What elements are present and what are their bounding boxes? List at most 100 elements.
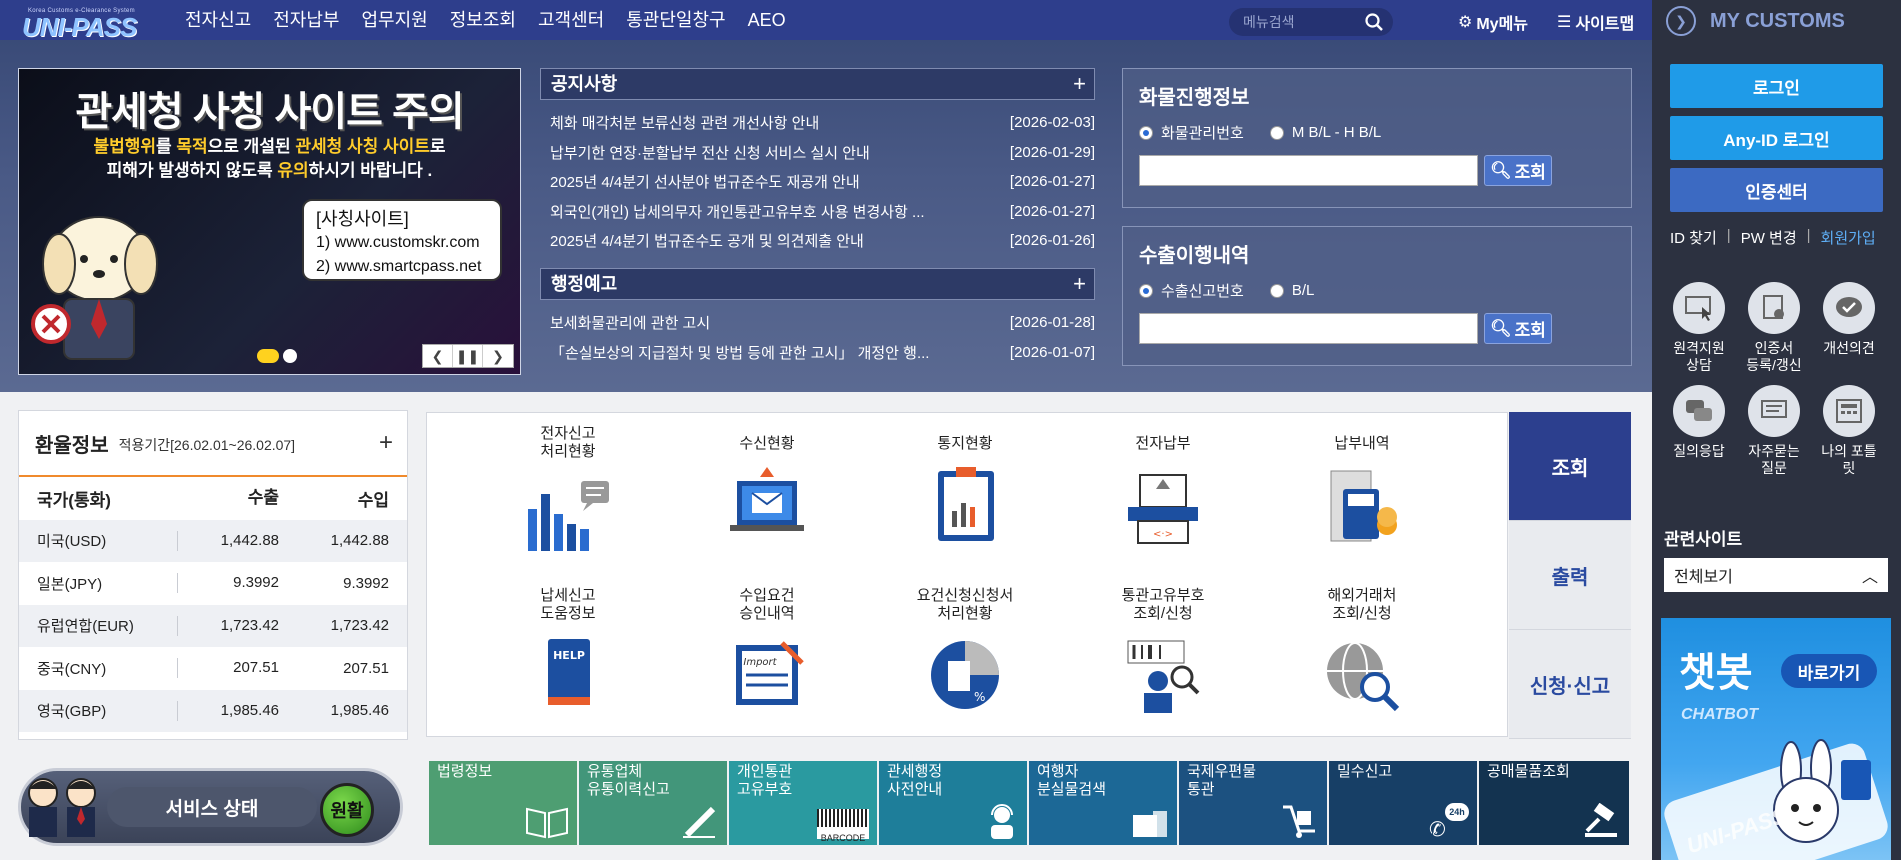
sitemap-label: 사이트맵 — [1575, 16, 1635, 33]
unipass-logo[interactable]: Korea Customs e-Clearance System UNI-PAS… — [18, 8, 148, 44]
quick-service-grid: 전자신고 처리현황 수신현황 통지현황 전자납부 <·> 납부내역 납세신고 도움정… — [426, 412, 1508, 737]
service-import-approval[interactable]: 수입요건 승인내역 Import — [692, 587, 842, 722]
radio-export-number[interactable]: 수출신고번호 — [1139, 280, 1244, 301]
export-search-button[interactable]: 🔍︎ 조회 — [1484, 313, 1552, 344]
anyid-login-button[interactable]: Any-ID 로그인 — [1670, 116, 1883, 160]
pw-change-link[interactable]: PW 변경 — [1741, 227, 1797, 248]
certificate-shortcut[interactable]: 인증서 등록/갱신 — [1739, 282, 1809, 374]
export-number-input[interactable] — [1139, 313, 1478, 344]
menu-search-input[interactable] — [1243, 14, 1363, 30]
table-row: 미국(USD) 1,442.88 1,442.88 — [19, 519, 407, 562]
service-notice-status[interactable]: 통지현황 — [890, 435, 1040, 552]
next-icon[interactable]: ❯ — [483, 345, 513, 367]
service-tax-help[interactable]: 납세신고 도움정보 HELP — [493, 587, 643, 722]
clipboard-chart-icon — [938, 467, 994, 541]
cert-center-button[interactable]: 인증센터 — [1670, 168, 1883, 212]
notices-more-icon[interactable]: + — [1073, 69, 1086, 99]
menu-info-inquiry[interactable]: 정보조회 — [439, 0, 527, 40]
service-e-declaration-status[interactable]: 전자신고 처리현황 — [493, 425, 643, 560]
service-overseas-trader[interactable]: 해외거래처 조회/신청 — [1287, 587, 1437, 722]
tab-apply[interactable]: 신청·신고 — [1509, 630, 1631, 739]
notices-header: 공지사항 + — [540, 68, 1095, 100]
service-payment-history[interactable]: 납부내역 — [1287, 435, 1437, 552]
prev-icon[interactable]: ❮ — [423, 345, 453, 367]
help-book-icon: HELP — [548, 639, 590, 705]
tile-customs-guide[interactable]: 관세행정 사전안내 — [879, 761, 1027, 845]
cargo-search-button[interactable]: 🔍︎ 조회 — [1484, 155, 1552, 186]
search-icon: 🔍︎ — [1490, 318, 1512, 338]
service-tabs: 조회 출력 신청·신고 — [1509, 412, 1631, 739]
list-item[interactable]: 체화 매각처분 보류신청 관련 개선사항 안내 [2026-02-03] — [550, 108, 1095, 138]
bar-chart-icon — [528, 481, 609, 551]
faq-shortcut[interactable]: 자주묻는 질문 — [1739, 385, 1809, 477]
person-barcode-icon — [1127, 640, 1200, 713]
list-item[interactable]: 납부기한 연장·분할납부 전산 신청 서비스 실시 안내 [2026-01-29] — [550, 138, 1095, 168]
svg-text:HELP: HELP — [553, 649, 585, 662]
list-item[interactable]: 2025년 4/4분기 법규준수도 공개 및 의견제출 안내 [2026-01-2… — [550, 226, 1095, 256]
speech-check-icon — [1823, 282, 1875, 334]
fx-period: 적용기간[26.02.01~26.02.07] — [118, 437, 296, 453]
list-item[interactable]: 2025년 4/4분기 선사분야 법규준수도 재공개 안내 [2026-01-27… — [550, 167, 1095, 197]
sitemap-button[interactable]: ☰ 사이트맵 — [1557, 10, 1634, 34]
import-document-icon: Import — [736, 641, 804, 705]
main-banner[interactable]: 관세청 사칭 사이트 주의 불법행위를 목적으로 개설된 관세청 사칭 사이트로… — [18, 68, 521, 375]
pause-icon[interactable]: ❚❚ — [453, 345, 483, 367]
cargo-number-input[interactable] — [1139, 155, 1478, 186]
tile-distribution[interactable]: 유통업체 유통이력신고 — [579, 761, 727, 845]
menu-work-support[interactable]: 업무지원 — [351, 0, 439, 40]
menu-customer-center[interactable]: 고객센터 — [527, 0, 615, 40]
banner-title: 관세청 사칭 사이트 주의 — [75, 90, 464, 134]
fake-sites-box: [사칭사이트] 1) www.customskr.com 2) www.smar… — [302, 199, 502, 281]
chatbot-title: 챗봇 — [1679, 651, 1753, 695]
main-menu: 전자신고 전자납부 업무지원 정보조회 고객센터 통관단일창구 AEO — [185, 0, 797, 40]
monitor-cursor-icon — [1673, 282, 1725, 334]
qna-shortcut[interactable]: 질의응답 — [1664, 385, 1734, 460]
related-sites-title: 관련사이트 — [1664, 530, 1743, 549]
gear-icon: ⚙ — [1458, 14, 1473, 31]
radio-cargo-number[interactable]: 화물관리번호 — [1139, 122, 1244, 143]
service-customs-code[interactable]: 통관고유부호 조회/신청 — [1088, 587, 1238, 722]
list-item[interactable]: 외국인(개인) 납세의무자 개인통관고유부호 사용 변경사항 ... [2026-… — [550, 197, 1095, 227]
tile-personal-code[interactable]: 개인통관 고유부호 BARCODE — [729, 761, 877, 845]
service-receive-status[interactable]: 수신현황 — [692, 435, 842, 552]
tile-auction-items[interactable]: 공매물품조회 — [1479, 761, 1629, 845]
banner-dot-1[interactable] — [257, 349, 279, 363]
admin-more-icon[interactable]: + — [1073, 269, 1086, 299]
service-requirement-status[interactable]: 요건신청신청서 처리현황 % — [890, 587, 1040, 722]
menu-aeo[interactable]: AEO — [737, 0, 797, 40]
my-menu-button[interactable]: ⚙ My메뉴 — [1458, 10, 1528, 34]
tab-print[interactable]: 출력 — [1509, 521, 1631, 630]
chatbot-go-button[interactable]: 바로가기 — [1781, 654, 1877, 688]
account-links: ID 찾기 | PW 변경 | 회원가입 — [1670, 227, 1876, 248]
certificate-icon — [1748, 282, 1800, 334]
faq-board-icon — [1748, 385, 1800, 437]
list-item[interactable]: 보세화물관리에 관한 고시 [2026-01-28] — [550, 308, 1095, 338]
tile-law-info[interactable]: 법령정보 — [429, 761, 577, 845]
radio-bl[interactable]: M B/L - H B/L — [1269, 122, 1381, 143]
tile-intl-mail[interactable]: 국제우편물 통관 — [1179, 761, 1327, 845]
banner-dot-2[interactable] — [283, 349, 297, 363]
menu-e-payment[interactable]: 전자납부 — [262, 0, 350, 40]
tile-lost-items[interactable]: 여행자 분실물검색 — [1029, 761, 1177, 845]
radio-export-bl[interactable]: B/L — [1269, 280, 1314, 301]
headset-agent-icon — [991, 804, 1013, 839]
related-sites-select[interactable]: 전체보기 ︿ — [1664, 558, 1888, 592]
svg-text:Import: Import — [743, 657, 777, 668]
tab-inquiry[interactable]: 조회 — [1509, 412, 1631, 521]
chevron-right-icon[interactable]: ❯ — [1666, 6, 1696, 36]
menu-single-window[interactable]: 통관단일창구 — [615, 0, 736, 40]
remote-support-shortcut[interactable]: 원격지원 상담 — [1664, 282, 1734, 374]
chatbot-banner[interactable]: 챗봇 CHATBOT 바로가기 UNI-PASS — [1661, 618, 1891, 860]
my-portlet-shortcut[interactable]: 나의 포틀 릿 — [1814, 385, 1884, 477]
fx-more-icon[interactable]: + — [379, 429, 393, 457]
improvement-shortcut[interactable]: 개선의견 — [1814, 282, 1884, 357]
service-e-payment[interactable]: 전자납부 <·> — [1088, 435, 1238, 552]
find-id-link[interactable]: ID 찾기 — [1670, 227, 1717, 248]
login-button[interactable]: 로그인 — [1670, 64, 1883, 108]
list-item[interactable]: 「손실보상의 지급절차 및 방법 등에 관한 고시」 개정안 행... [2026… — [550, 338, 1095, 368]
tile-smuggling-report[interactable]: 밀수신고 24h ✆ — [1329, 761, 1477, 845]
search-icon[interactable] — [1365, 13, 1383, 36]
payment-terminal-icon: <·> — [1128, 474, 1198, 544]
join-link[interactable]: 회원가입 — [1821, 227, 1876, 248]
menu-e-declaration[interactable]: 전자신고 — [185, 0, 262, 40]
